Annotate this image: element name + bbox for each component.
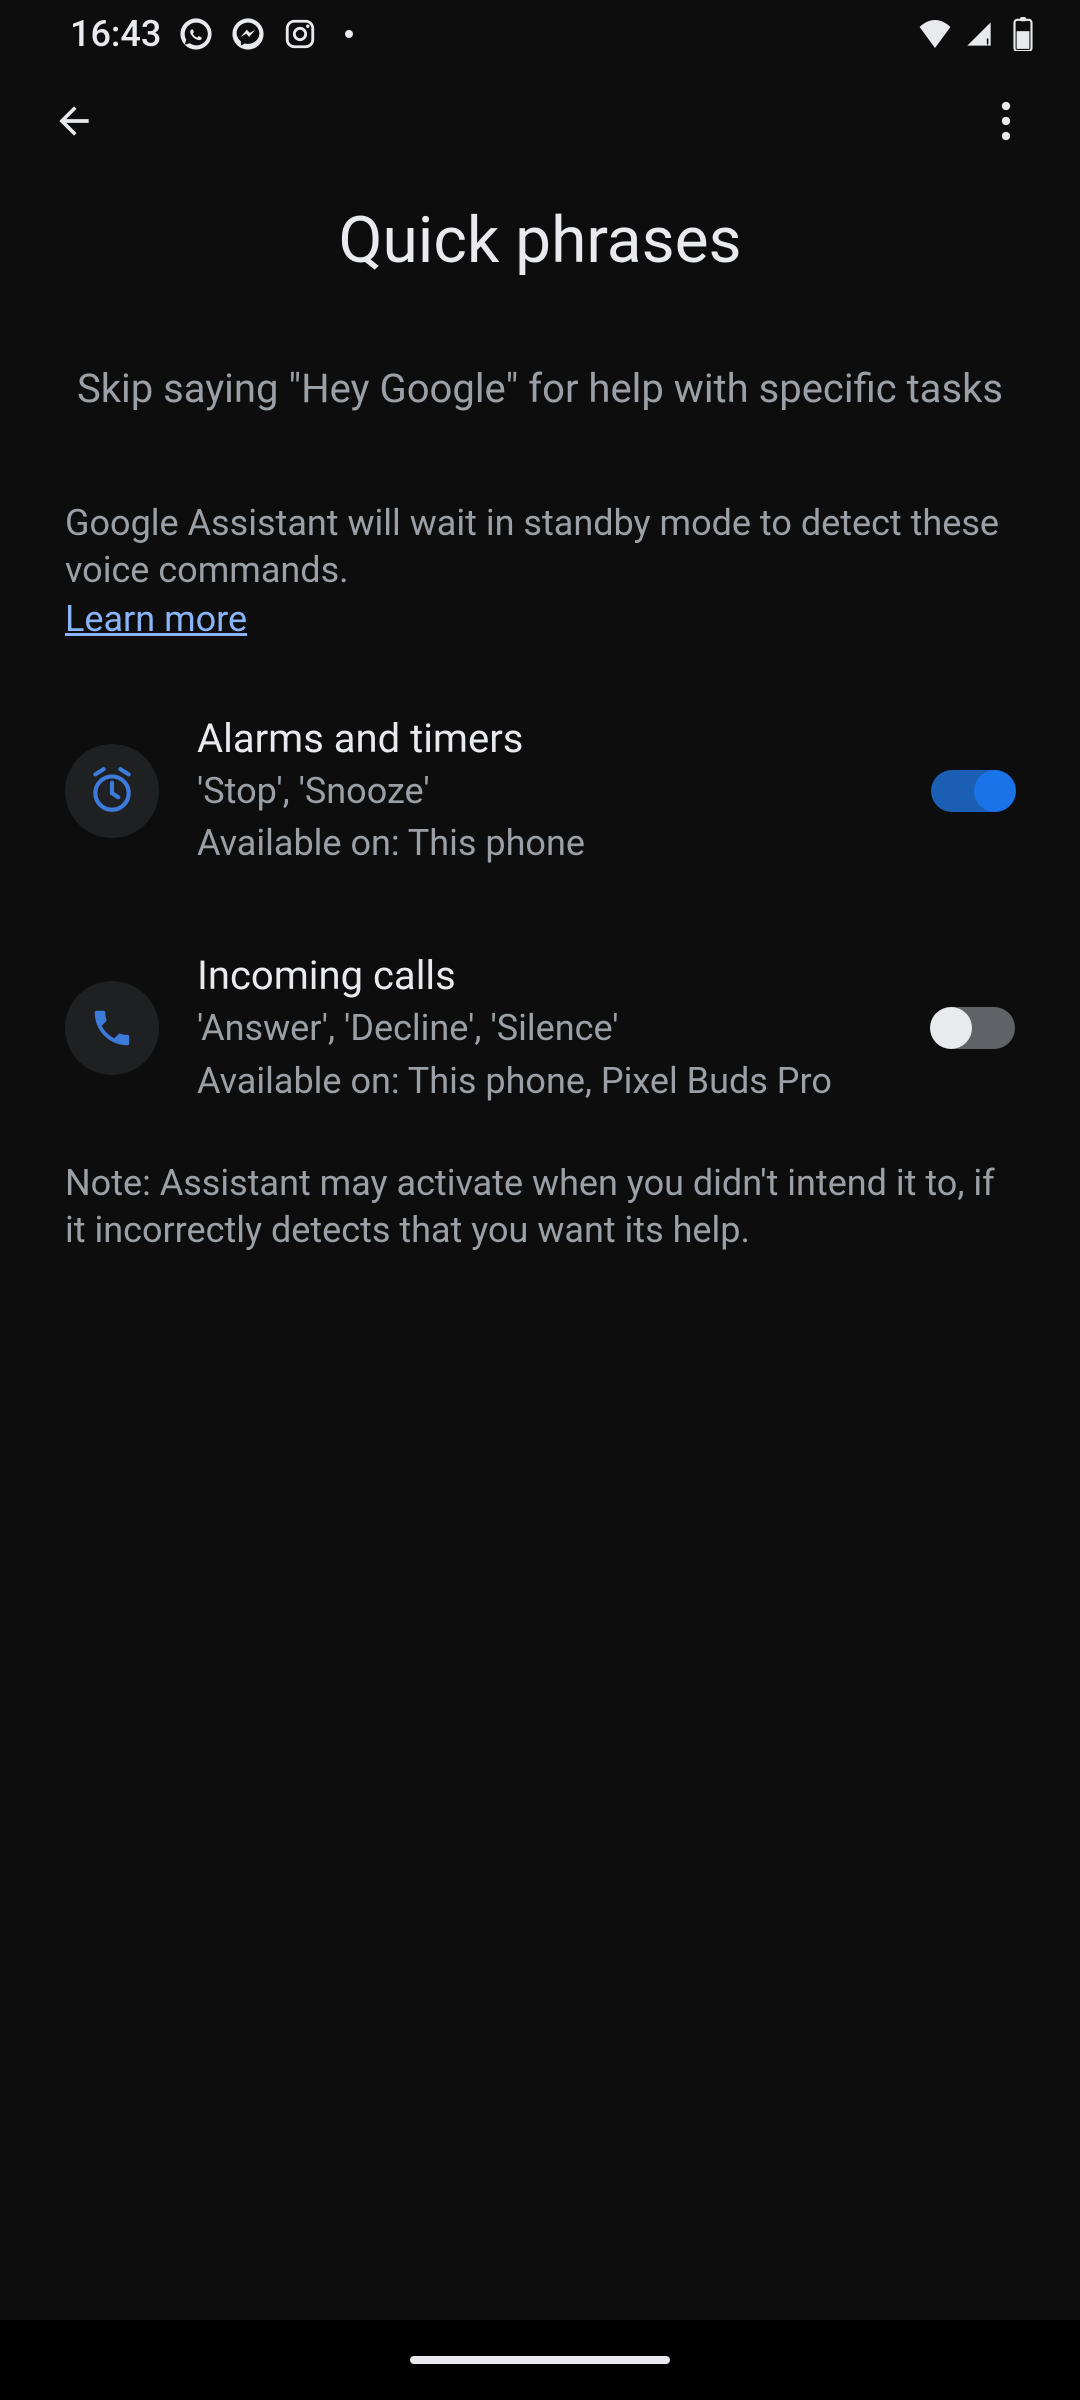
toggle-knob xyxy=(974,770,1016,812)
setting-title: Incoming calls xyxy=(197,952,893,999)
nav-bar-background xyxy=(0,2320,1080,2400)
status-right: ! xyxy=(918,17,1040,51)
setting-title: Alarms and timers xyxy=(197,715,893,762)
setting-text-block: Alarms and timers 'Stop', 'Snooze' Avail… xyxy=(197,715,893,868)
status-bar: 16:43 ! xyxy=(0,0,1080,68)
arrow-back-icon xyxy=(52,99,96,143)
page-title: Quick phrases xyxy=(0,203,1080,278)
more-options-button[interactable] xyxy=(982,97,1030,145)
setting-commands: 'Stop', 'Snooze' xyxy=(197,768,893,815)
setting-availability: Available on: This phone xyxy=(197,820,893,867)
setting-availability: Available on: This phone, Pixel Buds Pro xyxy=(197,1058,893,1105)
toggle-calls[interactable] xyxy=(931,1007,1015,1049)
nav-handle[interactable] xyxy=(410,2356,670,2364)
page-subtitle: Skip saying "Hey Google" for help with s… xyxy=(0,363,1080,415)
setting-alarms-timers[interactable]: Alarms and timers 'Stop', 'Snooze' Avail… xyxy=(0,715,1080,868)
toggle-knob xyxy=(930,1007,972,1049)
battery-icon xyxy=(1006,17,1040,51)
note-text: Note: Assistant may activate when you di… xyxy=(0,1160,1080,1254)
alarm-icon xyxy=(87,766,137,816)
phone-icon-container xyxy=(65,981,159,1075)
status-left: 16:43 xyxy=(70,13,353,55)
more-vert-icon xyxy=(1001,101,1011,141)
back-button[interactable] xyxy=(50,97,98,145)
setting-incoming-calls[interactable]: Incoming calls 'Answer', 'Decline', 'Sil… xyxy=(0,952,1080,1105)
phone-icon xyxy=(89,1005,135,1051)
status-time: 16:43 xyxy=(70,13,161,55)
setting-commands: 'Answer', 'Decline', 'Silence' xyxy=(197,1005,893,1052)
wifi-icon xyxy=(918,17,952,51)
toolbar xyxy=(0,68,1080,173)
whatsapp-icon xyxy=(179,17,213,51)
signal-icon: ! xyxy=(962,17,996,51)
toggle-alarms[interactable] xyxy=(931,770,1015,812)
svg-text:!: ! xyxy=(986,36,989,48)
messenger-icon xyxy=(231,17,265,51)
description-block: Google Assistant will wait in standby mo… xyxy=(0,500,1080,640)
notification-dot-icon xyxy=(345,30,353,38)
setting-text-block: Incoming calls 'Answer', 'Decline', 'Sil… xyxy=(197,952,893,1105)
instagram-icon xyxy=(283,17,317,51)
description-text: Google Assistant will wait in standby mo… xyxy=(65,502,999,591)
learn-more-link[interactable]: Learn more xyxy=(65,598,247,640)
alarm-icon-container xyxy=(65,744,159,838)
